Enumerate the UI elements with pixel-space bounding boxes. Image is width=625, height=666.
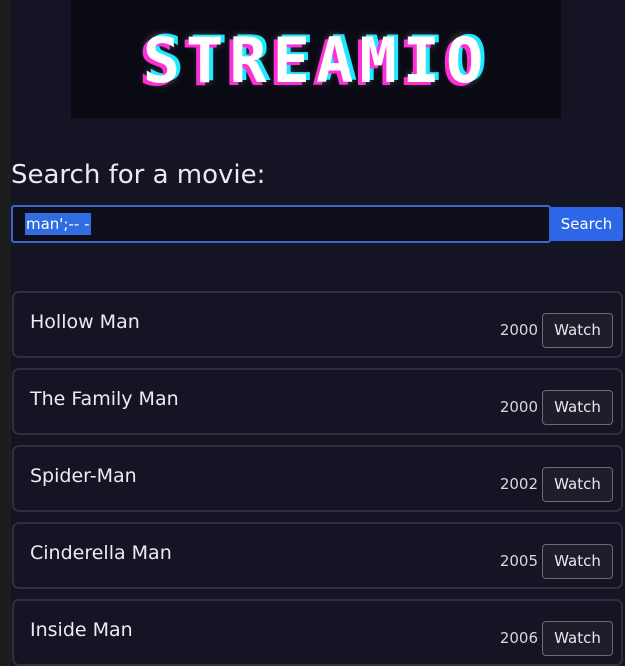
movie-year: 2000 — [499, 398, 538, 416]
search-bar: man';-- - Search — [11, 205, 623, 243]
left-edge-strip — [0, 0, 11, 666]
search-button[interactable]: Search — [550, 207, 623, 241]
watch-button[interactable]: Watch — [542, 313, 613, 348]
watch-button[interactable]: Watch — [542, 390, 613, 425]
watch-button[interactable]: Watch — [542, 467, 613, 502]
search-input[interactable]: man';-- - — [11, 205, 551, 243]
search-input-value: man';-- - — [25, 213, 91, 235]
movie-title: Inside Man — [30, 619, 133, 641]
site-logo: STREAMIO — [142, 24, 490, 97]
movie-title: Spider-Man — [30, 465, 137, 487]
movie-card: Inside Man 2006 Watch — [12, 599, 623, 666]
movie-card: Hollow Man 2000 Watch — [12, 291, 623, 358]
movie-card: Spider-Man 2002 Watch — [12, 445, 623, 512]
movie-title: Hollow Man — [30, 311, 140, 333]
page: STREAMIO Search for a movie: man';-- - S… — [0, 0, 625, 666]
movie-year: 2006 — [499, 629, 538, 647]
header-banner: STREAMIO — [71, 0, 561, 118]
movie-year: 2000 — [499, 321, 538, 339]
movie-year: 2002 — [499, 475, 538, 493]
search-heading: Search for a movie: — [11, 160, 266, 190]
movie-title: The Family Man — [30, 388, 179, 410]
movie-card: Cinderella Man 2005 Watch — [12, 522, 623, 589]
watch-button[interactable]: Watch — [542, 544, 613, 579]
watch-button[interactable]: Watch — [542, 621, 613, 656]
movie-card: The Family Man 2000 Watch — [12, 368, 623, 435]
movie-title: Cinderella Man — [30, 542, 172, 564]
movie-year: 2005 — [499, 552, 538, 570]
